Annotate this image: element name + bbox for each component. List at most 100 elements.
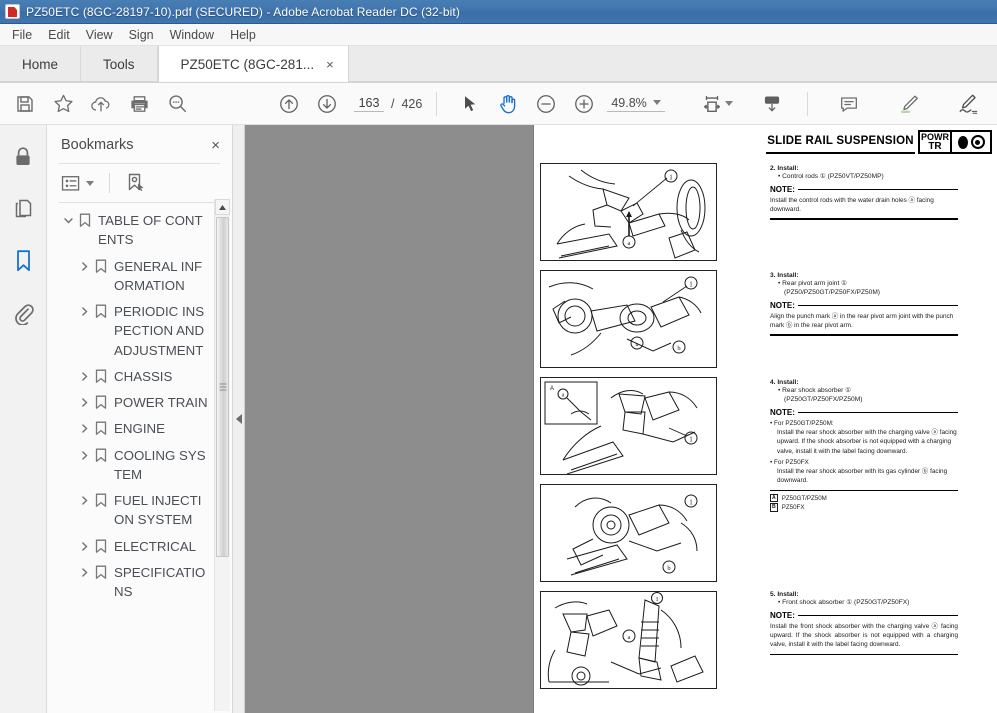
bookmark-item-fuel-injection-system[interactable]: FUEL INJECTION SYSTEM	[61, 491, 232, 530]
svg-text:1: 1	[669, 174, 673, 182]
save-icon[interactable]	[6, 85, 44, 123]
bookmark-icon	[95, 537, 110, 554]
bookmark-icon	[95, 419, 110, 436]
step-bullet: • Rear pivot arm joint ①	[778, 280, 848, 287]
tab-tools[interactable]: Tools	[81, 46, 158, 82]
tab-document[interactable]: PZ50ETC (8GC-281... ×	[157, 46, 349, 82]
svg-text:1: 1	[655, 596, 658, 603]
bookmark-item-general-information[interactable]: GENERAL INFORMATION	[61, 257, 232, 296]
instruction-block-2: 2. Install: • Control rods ① (PZ50VT/PZ5…	[770, 165, 958, 220]
bookmark-item-table-of-contents[interactable]: TABLE OF CONTENTS	[61, 211, 232, 250]
note-rule	[797, 304, 958, 307]
step-label: 3. Install:	[770, 272, 799, 279]
bookmark-item-engine[interactable]: ENGINE	[61, 419, 232, 438]
note-text: Align the punch mark ⓐ in the rear pivot…	[770, 312, 954, 330]
security-lock-icon[interactable]	[3, 137, 43, 177]
step-bullet: • Front shock absorber ① (PZ50GT/PZ50FX)	[778, 599, 910, 606]
menu-item-sign[interactable]: Sign	[121, 26, 162, 44]
pdf-page: SLIDE RAIL SUSPENSION POWR TR 1 a a b 1 …	[534, 125, 997, 713]
print-icon[interactable]	[120, 85, 158, 123]
note-label: NOTE:	[770, 610, 795, 620]
instruction-block-5: 5. Install: • Front shock absorber ① (PZ…	[770, 591, 958, 655]
main-toolbar: / 426 4	[0, 83, 997, 125]
bookmark-label: TABLE OF CONTENTS	[98, 213, 203, 248]
note-heading: NOTE:	[770, 611, 958, 620]
bookmark-item-periodic-inspection-and-adjustment[interactable]: PERIODIC INSPECTION AND ADJUSTMENT	[61, 302, 232, 360]
sign-icon[interactable]	[950, 85, 988, 123]
bookmark-label: POWER TRAIN	[114, 395, 208, 411]
bookmark-item-power-train[interactable]: POWER TRAIN	[61, 393, 232, 412]
page-thumbnails-icon[interactable]	[3, 189, 43, 229]
chevron-right-icon[interactable]	[77, 563, 91, 578]
bookmark-label: GENERAL INFORMATION	[114, 258, 203, 293]
tab-document-label: PZ50ETC (8GC-281...	[180, 56, 315, 72]
search-icon[interactable]	[158, 85, 196, 123]
scrollbar-thumb[interactable]	[216, 217, 229, 557]
scroll-up-arrow-icon[interactable]	[215, 199, 230, 215]
chevron-right-icon[interactable]	[77, 419, 91, 434]
menu-item-view[interactable]: View	[78, 26, 121, 44]
cloud-upload-icon[interactable]	[82, 85, 120, 123]
bookmark-item-electrical[interactable]: ELECTRICAL	[61, 537, 232, 556]
page-scroll-icon[interactable]	[753, 85, 791, 123]
close-icon[interactable]: ×	[211, 138, 220, 153]
chevron-right-icon[interactable]	[77, 491, 91, 506]
select-cursor-icon[interactable]	[451, 85, 489, 123]
star-icon[interactable]	[44, 85, 82, 123]
current-page-input[interactable]	[354, 95, 384, 112]
bookmark-item-cooling-system[interactable]: COOLING SYSTEM	[61, 446, 232, 485]
bookmark-item-chassis[interactable]: CHASSIS	[61, 367, 232, 386]
bookmark-options-button[interactable]	[61, 175, 94, 192]
bookmarks-scrollbar[interactable]	[214, 199, 230, 711]
arrow-down-circle-icon[interactable]	[308, 85, 346, 123]
arrow-up-circle-icon[interactable]	[270, 85, 308, 123]
menu-item-file[interactable]: File	[4, 26, 40, 44]
sprocket-icon	[970, 135, 985, 149]
figure-control-rods: 1 a	[540, 163, 717, 261]
chevron-down-icon[interactable]	[61, 211, 75, 226]
chevron-down-icon[interactable]	[652, 100, 661, 105]
menu-item-help[interactable]: Help	[222, 26, 264, 44]
bookmark-icon	[95, 367, 110, 384]
zoom-level-control[interactable]: 49.8%	[607, 95, 665, 112]
chevron-down-icon[interactable]	[86, 180, 94, 186]
chevron-right-icon[interactable]	[77, 257, 91, 272]
step-bullet-cont: (PZ50/PZ50GT/PZ50FX/PZ50M)	[784, 288, 881, 296]
document-section-title: SLIDE RAIL SUSPENSION	[766, 130, 915, 154]
chevron-right-icon[interactable]	[77, 393, 91, 408]
navigation-rail	[0, 125, 47, 713]
highlight-icon[interactable]	[890, 85, 928, 123]
document-viewer[interactable]: SLIDE RAIL SUSPENSION POWR TR 1 a a b 1 …	[245, 125, 997, 713]
chevron-down-icon[interactable]	[724, 101, 733, 106]
bookmarks-icon[interactable]	[3, 241, 43, 281]
menu-item-window[interactable]: Window	[162, 26, 222, 44]
zoom-level-value: 49.8%	[611, 95, 647, 110]
zoom-in-icon[interactable]	[565, 85, 603, 123]
figure-front-shock-absorber: 1 a	[540, 591, 717, 689]
tab-home[interactable]: Home	[0, 46, 82, 82]
figure-rear-pivot-arm-joint: a b 1	[540, 270, 717, 368]
menu-item-edit[interactable]: Edit	[40, 26, 78, 44]
attachments-icon[interactable]	[3, 293, 43, 333]
hand-tool-icon[interactable]	[489, 85, 527, 123]
bookmark-icon	[79, 211, 94, 228]
chevron-right-icon[interactable]	[77, 302, 91, 317]
step-bullet: • Control rods ① (PZ50VT/PZ50MP)	[778, 173, 884, 180]
window-title-bar: PZ50ETC (8GC-28197-10).pdf (SECURED) - A…	[0, 0, 997, 24]
zoom-out-icon[interactable]	[527, 85, 565, 123]
close-icon[interactable]: ×	[326, 58, 334, 71]
collapse-left-arrow-icon[interactable]	[235, 414, 242, 424]
acrobat-icon	[5, 4, 20, 19]
svg-text:b: b	[677, 345, 680, 352]
bookmarks-toolbar-divider	[109, 173, 110, 193]
comment-icon[interactable]	[830, 85, 868, 123]
chevron-right-icon[interactable]	[77, 537, 91, 552]
new-bookmark-icon[interactable]	[125, 172, 147, 194]
note-rule	[797, 614, 958, 617]
bookmark-label: FUEL INJECTION SYSTEM	[114, 493, 202, 528]
chevron-right-icon[interactable]	[77, 446, 91, 461]
svg-text:a: a	[636, 341, 639, 348]
chevron-right-icon[interactable]	[77, 367, 91, 382]
bookmark-item-specifications[interactable]: SPECIFICATIONS	[61, 563, 232, 602]
panel-collapse-handle[interactable]	[233, 125, 245, 713]
